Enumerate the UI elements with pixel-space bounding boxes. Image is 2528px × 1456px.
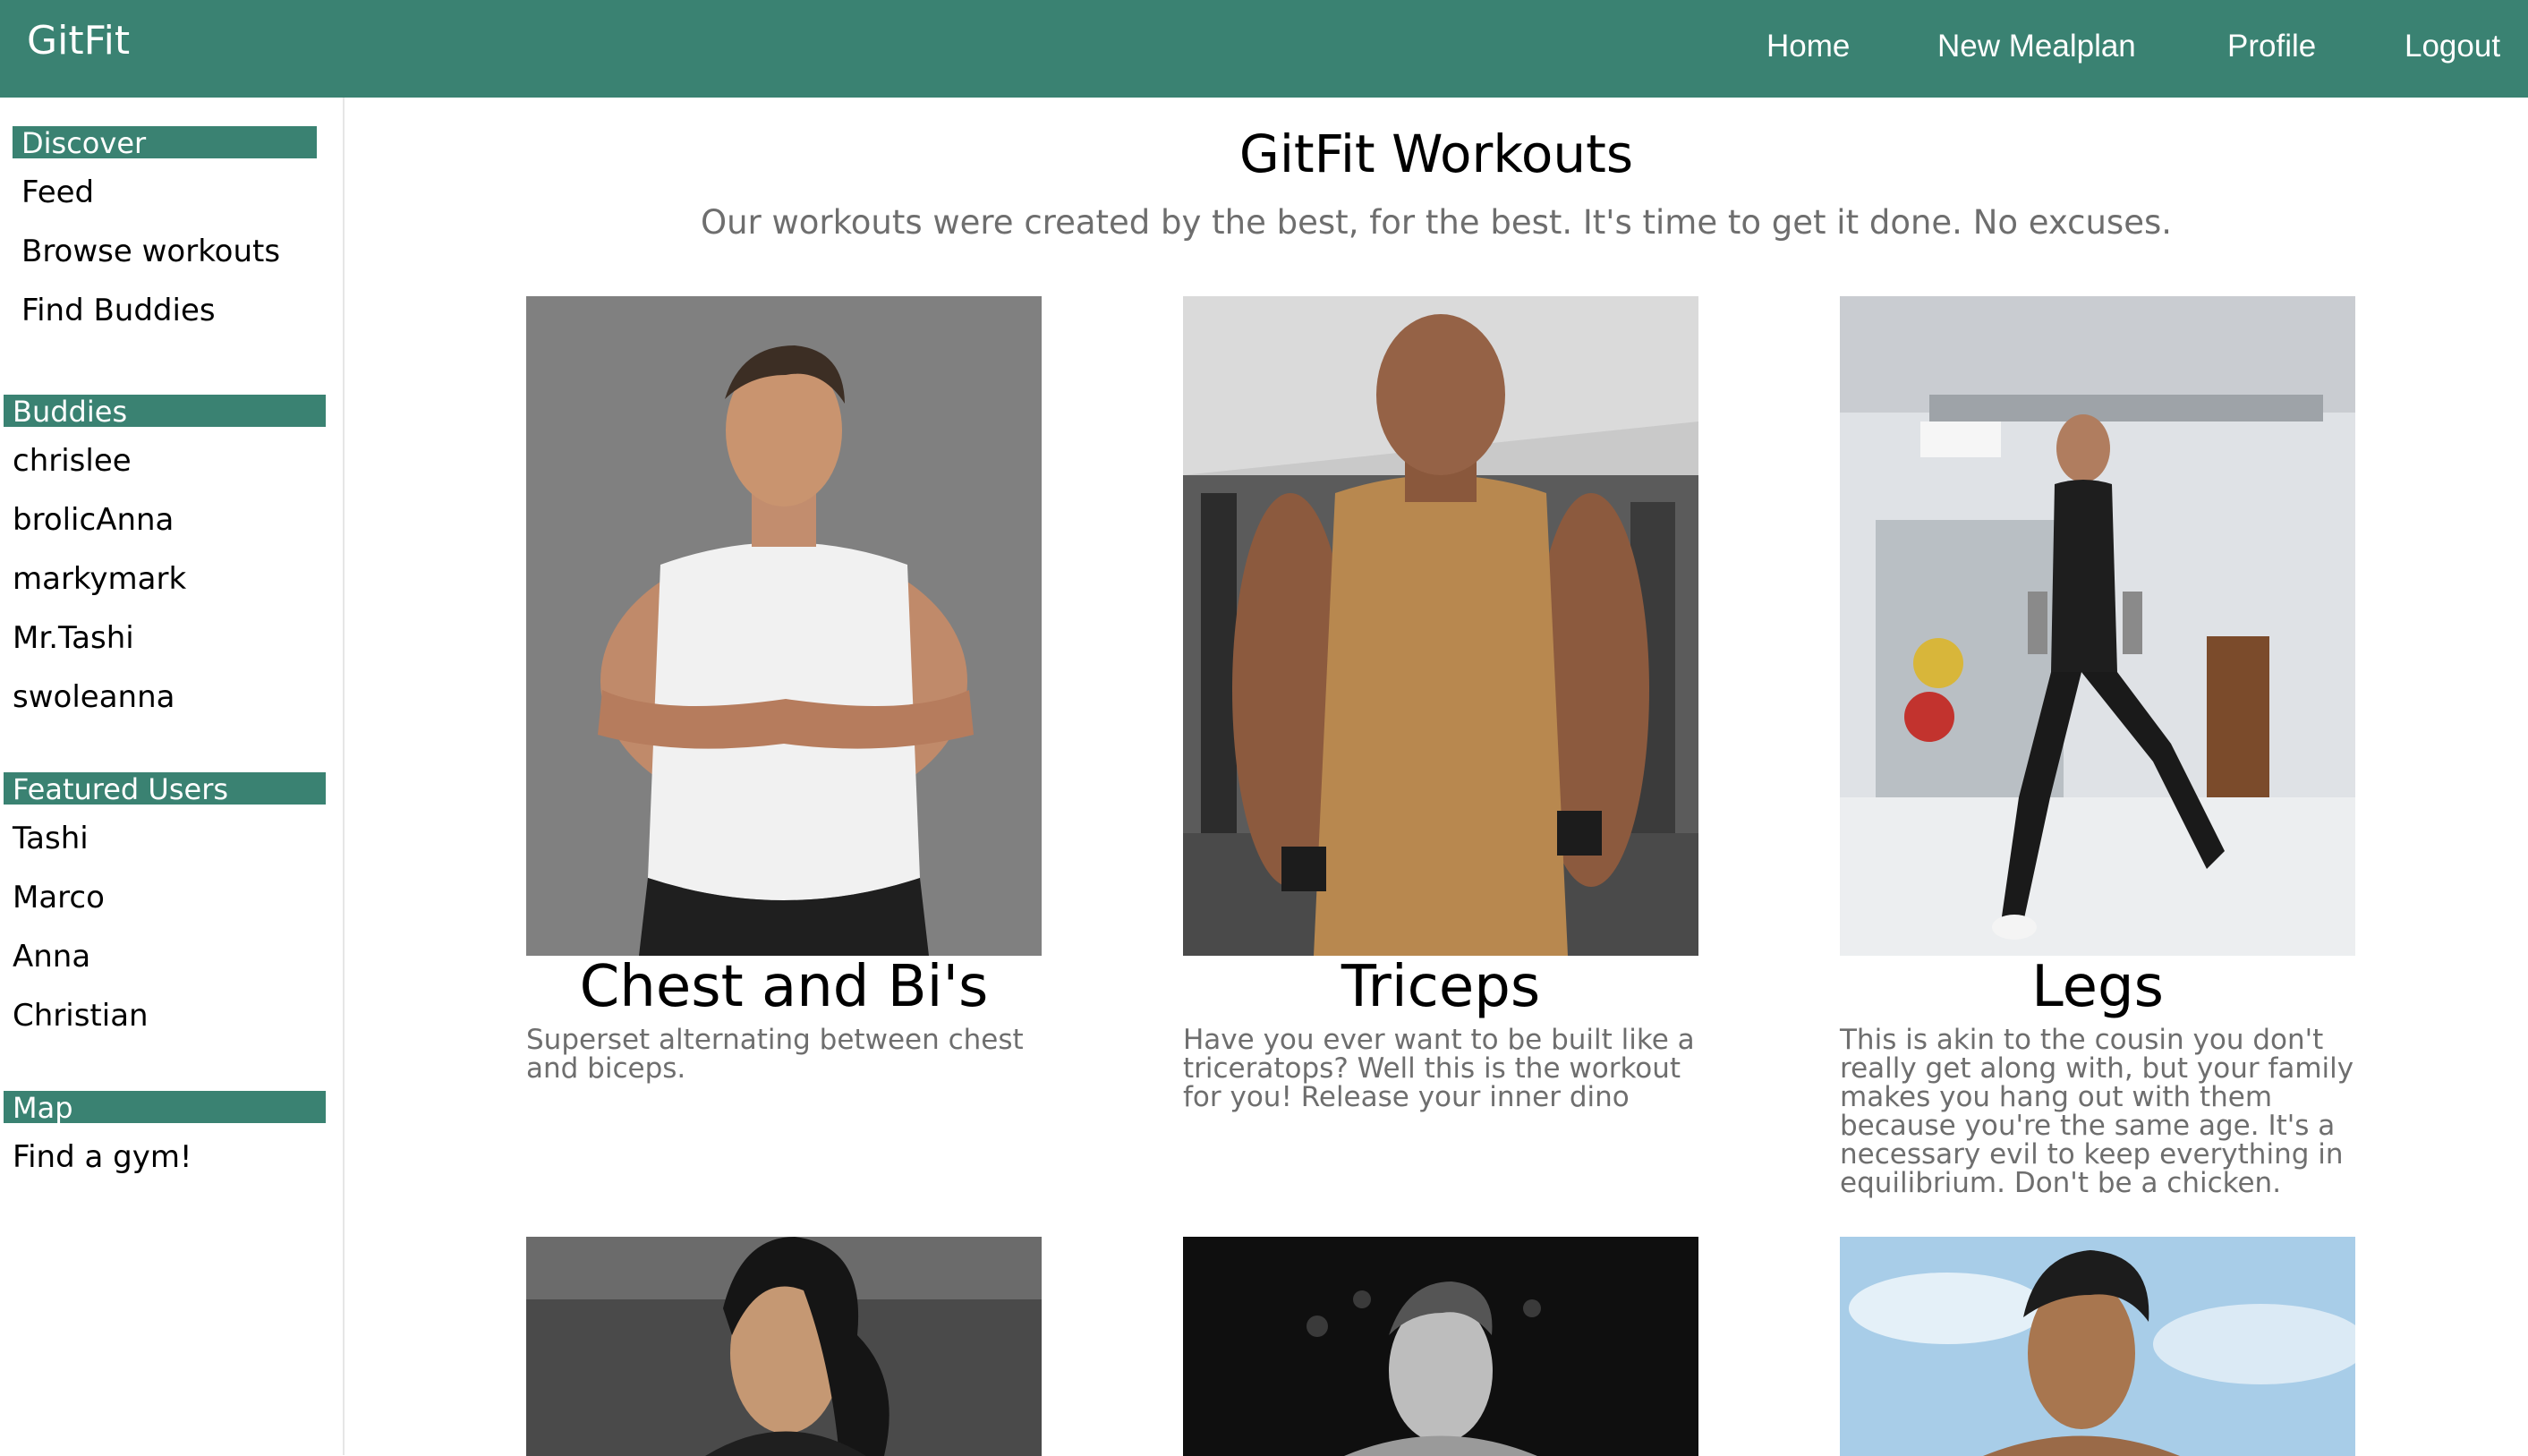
workout-card[interactable] <box>526 1237 1042 1456</box>
sidebar-featured-user-item[interactable]: Anna <box>13 938 90 975</box>
workout-title[interactable]: Legs <box>1840 952 2355 1022</box>
nav-logout-link[interactable]: Logout <box>2405 27 2500 66</box>
workout-description: Superset alternating between chest and b… <box>526 1024 1024 1085</box>
sidebar-heading-discover: Discover <box>13 126 317 158</box>
top-navbar: GitFit Home New Mealplan Profile Logout <box>0 0 2528 98</box>
sidebar-item-find-buddies[interactable]: Find Buddies <box>21 292 216 329</box>
workout-image[interactable] <box>526 1237 1042 1456</box>
sidebar-featured-user-item[interactable]: Marco <box>13 879 105 916</box>
sidebar-buddy-item[interactable]: chrislee <box>13 442 132 480</box>
sidebar-featured-user-item[interactable]: Tashi <box>13 820 89 857</box>
workout-image[interactable] <box>1840 1237 2355 1456</box>
workout-image[interactable] <box>1183 296 1698 956</box>
sidebar-buddy-item[interactable]: Mr.Tashi <box>13 619 134 657</box>
sidebar-heading-map: Map <box>4 1091 326 1123</box>
sidebar-item-browse-workouts[interactable]: Browse workouts <box>21 233 280 270</box>
sidebar-buddy-item[interactable]: swoleanna <box>13 678 174 716</box>
nav-profile-link[interactable]: Profile <box>2227 27 2316 66</box>
page-subtitle: Our workouts were created by the best, f… <box>700 203 2173 242</box>
workout-image[interactable] <box>1840 296 2355 956</box>
workout-description: Have you ever want to be built like a tr… <box>1183 1024 1695 1113</box>
sidebar-buddy-item[interactable]: markymark <box>13 560 186 598</box>
sidebar-item-feed[interactable]: Feed <box>21 174 94 211</box>
brand-logo[interactable]: GitFit <box>27 16 130 66</box>
workout-title[interactable]: Chest and Bi's <box>526 952 1042 1022</box>
nav-new-mealplan-link[interactable]: New Mealplan <box>1937 27 2136 66</box>
sidebar-item-find-a-gym[interactable]: Find a gym! <box>13 1138 192 1176</box>
workout-image[interactable] <box>1183 1237 1698 1456</box>
sidebar-buddy-item[interactable]: brolicAnna <box>13 501 174 539</box>
sidebar-featured-user-item[interactable]: Christian <box>13 997 149 1035</box>
workout-image[interactable] <box>526 296 1042 956</box>
workout-description: This is akin to the cousin you don't rea… <box>1840 1024 2354 1199</box>
page-title: GitFit Workouts <box>1238 123 1634 184</box>
workout-card[interactable] <box>1840 1237 2355 1456</box>
nav-home-link[interactable]: Home <box>1766 27 1850 66</box>
workout-card[interactable] <box>1183 1237 1698 1456</box>
sidebar-heading-buddies: Buddies <box>4 395 326 427</box>
sidebar-heading-featured-users: Featured Users <box>4 772 326 805</box>
workout-title[interactable]: Triceps <box>1183 952 1698 1022</box>
